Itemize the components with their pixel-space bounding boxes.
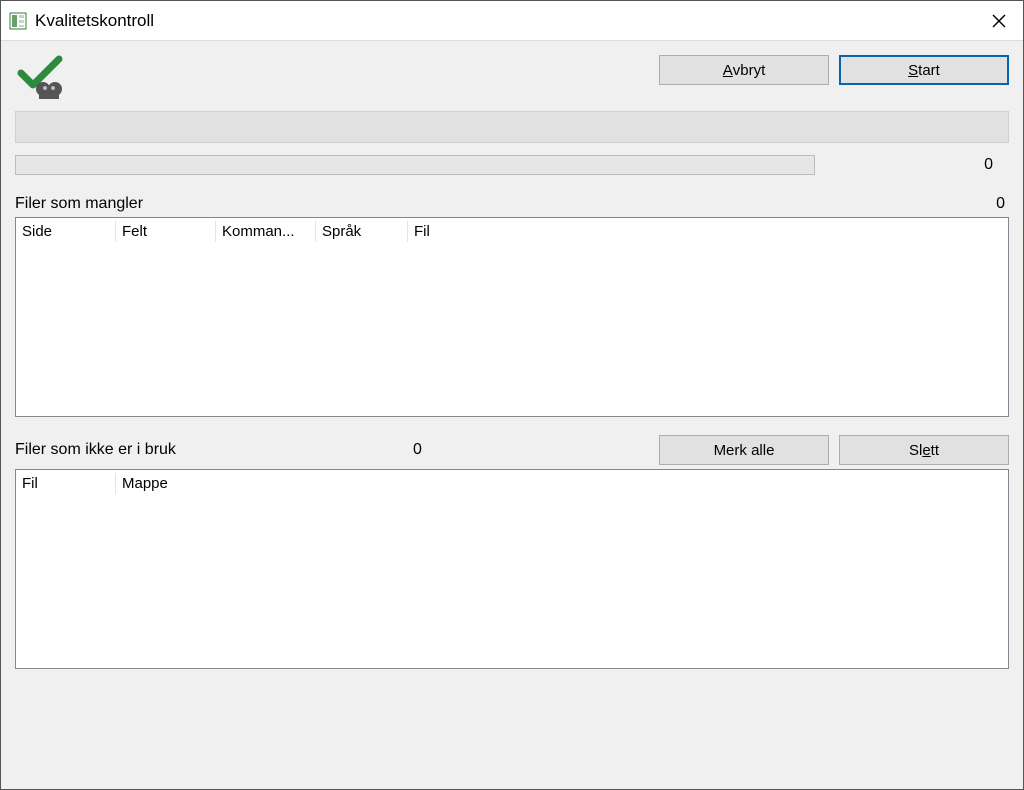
missing-files-count: 0 <box>949 195 1009 213</box>
quality-check-icon <box>15 55 75 101</box>
col-fil[interactable]: Fil <box>408 221 1008 242</box>
unused-files-count: 0 <box>186 441 649 459</box>
window-title: Kvalitetskontroll <box>35 11 975 31</box>
unused-files-columns: Fil Mappe <box>16 470 1008 496</box>
delete-rest: tt <box>931 442 939 459</box>
close-button[interactable] <box>975 1 1023 41</box>
dialog-window: Kvalitetskontroll Avbryt <box>0 0 1024 790</box>
col-fil2[interactable]: Fil <box>16 473 116 494</box>
missing-files-columns: Side Felt Komman... Språk Fil <box>16 218 1008 244</box>
progress-bar <box>15 155 815 175</box>
status-strip <box>15 111 1009 143</box>
unused-files-label: Filer som ikke er i bruk <box>15 441 176 459</box>
mark-all-button[interactable]: Merk alle <box>659 435 829 465</box>
start-rest: tart <box>918 62 940 79</box>
unused-files-header: Filer som ikke er i bruk 0 Merk alle Sle… <box>15 435 1009 465</box>
delete-prefix: Sl <box>909 442 922 459</box>
unused-files-table[interactable]: Fil Mappe <box>15 469 1009 669</box>
mark-all-label: Merk alle <box>714 442 775 459</box>
dialog-content: Avbryt Start 0 Filer som mangler 0 Side … <box>1 41 1023 789</box>
progress-row: 0 <box>15 155 1009 175</box>
delete-button[interactable]: Slett <box>839 435 1009 465</box>
progress-value: 0 <box>827 156 997 174</box>
cancel-button[interactable]: Avbryt <box>659 55 829 85</box>
col-side[interactable]: Side <box>16 221 116 242</box>
missing-files-header: Filer som mangler 0 <box>15 195 1009 213</box>
col-sprak[interactable]: Språk <box>316 221 408 242</box>
delete-accel: e <box>922 442 930 459</box>
missing-files-table[interactable]: Side Felt Komman... Språk Fil <box>15 217 1009 417</box>
close-icon <box>992 14 1006 28</box>
titlebar: Kvalitetskontroll <box>1 1 1023 41</box>
start-accel: S <box>908 62 918 79</box>
col-mappe[interactable]: Mappe <box>116 473 1008 494</box>
missing-files-label: Filer som mangler <box>15 195 949 213</box>
app-icon <box>9 12 27 30</box>
header-row: Avbryt Start <box>15 55 1009 101</box>
start-button[interactable]: Start <box>839 55 1009 85</box>
col-felt[interactable]: Felt <box>116 221 216 242</box>
col-komman[interactable]: Komman... <box>216 221 316 242</box>
cancel-accel: A <box>723 62 733 79</box>
cancel-rest: vbryt <box>733 62 766 79</box>
